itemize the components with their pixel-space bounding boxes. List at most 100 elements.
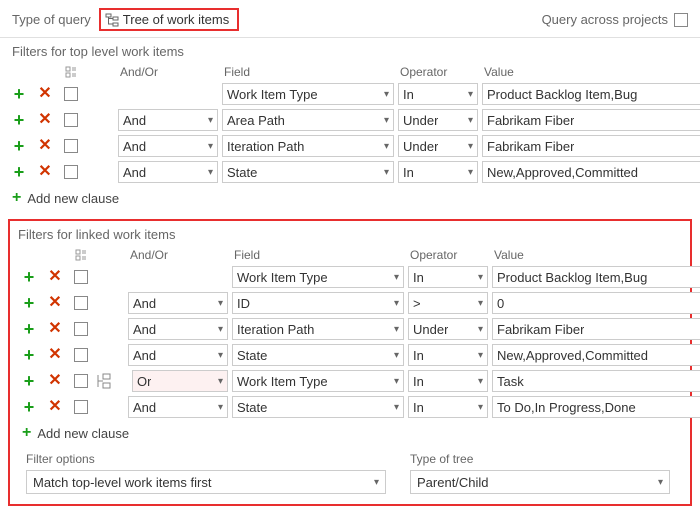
add-icon[interactable]: + [8,111,30,129]
select[interactable]: ID ▾ [232,292,404,314]
select-value: 0 [497,296,504,311]
remove-icon[interactable]: ✕ [44,320,66,338]
add-clause-top[interactable]: + Add new clause [8,185,692,209]
add-icon[interactable]: + [18,294,40,312]
row-checkbox[interactable] [74,322,88,336]
select-value: New,Approved,Committed [497,348,648,363]
query-across-projects-checkbox[interactable] [674,13,688,27]
remove-icon[interactable]: ✕ [44,346,66,364]
remove-icon[interactable]: ✕ [34,85,56,103]
select[interactable]: State▾ [232,396,404,418]
select[interactable]: State ▾ [232,344,404,366]
remove-icon[interactable]: ✕ [44,372,66,390]
select-value: ID [237,296,250,311]
select[interactable]: Product Backlog Item,Bug▾ [482,83,700,105]
add-icon[interactable]: + [8,85,30,103]
col-value: Value [492,248,700,262]
chevron-down-icon: ▾ [478,272,483,283]
select[interactable]: And▾ [128,396,228,418]
select[interactable]: Fabrikam Fiber▾ [492,318,700,340]
select[interactable]: Work Item Type▾ [232,370,404,392]
add-icon[interactable]: + [18,268,40,286]
add-icon[interactable]: + [18,320,40,338]
select[interactable]: And▾ [128,344,228,366]
linked-filters-title: Filters for linked work items [10,221,690,246]
select-value: Product Backlog Item,Bug [497,270,647,285]
add-icon[interactable]: + [18,372,40,390]
select[interactable]: Fabrikam Fiber▾ [482,109,700,131]
chevron-down-icon: ▾ [394,298,399,309]
select[interactable]: In▾ [408,266,488,288]
clause-row: + ✕ Work Item Type▾ In▾ Product Backlog … [18,264,682,290]
select[interactable]: New,Approved,Committed▾ [492,344,700,366]
select[interactable]: In▾ [408,396,488,418]
add-icon[interactable]: + [18,398,40,416]
select[interactable]: Area Path▾ [222,109,394,131]
row-checkbox[interactable] [64,139,78,153]
select[interactable]: In▾ [408,344,488,366]
remove-icon[interactable]: ✕ [44,268,66,286]
row-checkbox[interactable] [74,270,88,284]
remove-icon[interactable]: ✕ [34,111,56,129]
remove-icon[interactable]: ✕ [34,137,56,155]
select[interactable]: Iteration Path▾ [232,318,404,340]
select[interactable]: Under▾ [398,135,478,157]
select[interactable]: Under▾ [408,318,488,340]
select[interactable]: And▾ [118,109,218,131]
add-icon[interactable]: + [18,346,40,364]
row-checkbox[interactable] [74,296,88,310]
select-value: In [413,348,424,363]
select[interactable]: To Do,In Progress,Done▾ [492,396,700,418]
row-checkbox[interactable] [64,87,78,101]
top-filters-block: And/Or Field Operator Value + ✕ Work Ite… [0,63,700,215]
chevron-down-icon: ▾ [384,89,389,100]
remove-icon[interactable]: ✕ [44,294,66,312]
select-value: Or [137,374,151,389]
select[interactable]: Work Item Type▾ [222,83,394,105]
select-value: Product Backlog Item,Bug [487,87,637,102]
select[interactable]: In▾ [408,370,488,392]
add-icon[interactable]: + [8,137,30,155]
col-value: Value [482,65,700,79]
select-value: In [403,87,414,102]
remove-icon[interactable]: ✕ [34,163,56,181]
chevron-down-icon: ▾ [218,324,223,335]
select[interactable]: And▾ [128,318,228,340]
select[interactable]: Under▾ [398,109,478,131]
select[interactable]: Work Item Type▾ [232,266,404,288]
select-value: State [227,165,257,180]
select[interactable]: Iteration Path▾ [222,135,394,157]
select-value: Under [413,322,448,337]
chevron-down-icon: ▾ [208,115,213,126]
row-checkbox[interactable] [64,113,78,127]
add-clause-linked[interactable]: + Add new clause [18,420,682,444]
row-checkbox[interactable] [74,374,88,388]
select-value: State [237,348,267,363]
select[interactable]: And▾ [118,135,218,157]
chevron-down-icon: ▾ [218,376,223,387]
select[interactable]: 0▾ [492,292,700,314]
select[interactable]: New,Approved,Committed▾ [482,161,700,183]
chevron-down-icon: ▾ [394,350,399,361]
row-checkbox[interactable] [74,400,88,414]
row-checkbox[interactable] [74,348,88,362]
filter-options-select[interactable]: Match top-level work items first ▾ [26,470,386,494]
remove-icon[interactable]: ✕ [44,398,66,416]
select[interactable]: Or ▾ [132,370,228,392]
select[interactable]: Task▾ [492,370,700,392]
select[interactable]: And▾ [118,161,218,183]
select[interactable]: Product Backlog Item,Bug▾ [492,266,700,288]
select[interactable]: And▾ [128,292,228,314]
select-value: New,Approved,Committed [487,165,638,180]
select-value: And [133,348,156,363]
select[interactable]: In▾ [398,83,478,105]
select[interactable]: >▾ [408,292,488,314]
add-icon[interactable]: + [8,163,30,181]
query-type-selector[interactable]: Tree of work items [99,8,239,31]
select[interactable]: In▾ [398,161,478,183]
select[interactable]: Fabrikam Fiber▾ [482,135,700,157]
select-value: Under [403,113,438,128]
select[interactable]: State▾ [222,161,394,183]
tree-type-select[interactable]: Parent/Child ▾ [410,470,670,494]
row-checkbox[interactable] [64,165,78,179]
